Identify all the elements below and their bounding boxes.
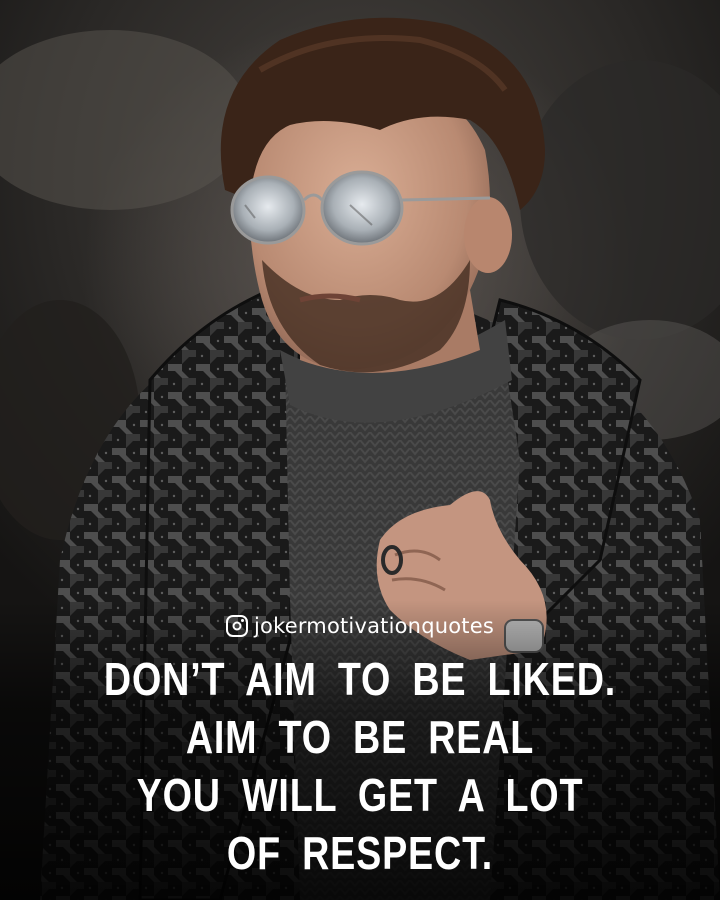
quote-text: DON’T AIM TO BE LIKED. AIM TO BE REAL YO… [65,650,655,882]
watermark-handle: jokermotivationquotes [0,614,720,638]
instagram-icon [226,615,249,637]
quote-line-4: OF RESPECT. [226,827,494,879]
quote-line-1: DON’T AIM TO BE LIKED. [103,653,617,705]
quote-line-2: AIM TO BE REAL [185,711,535,763]
quote-line-3: YOU WILL GET A LOT [136,769,584,821]
quote-image: jokermotivationquotes DON’T AIM TO BE LI… [0,0,720,900]
handle-text: jokermotivationquotes [254,614,494,638]
